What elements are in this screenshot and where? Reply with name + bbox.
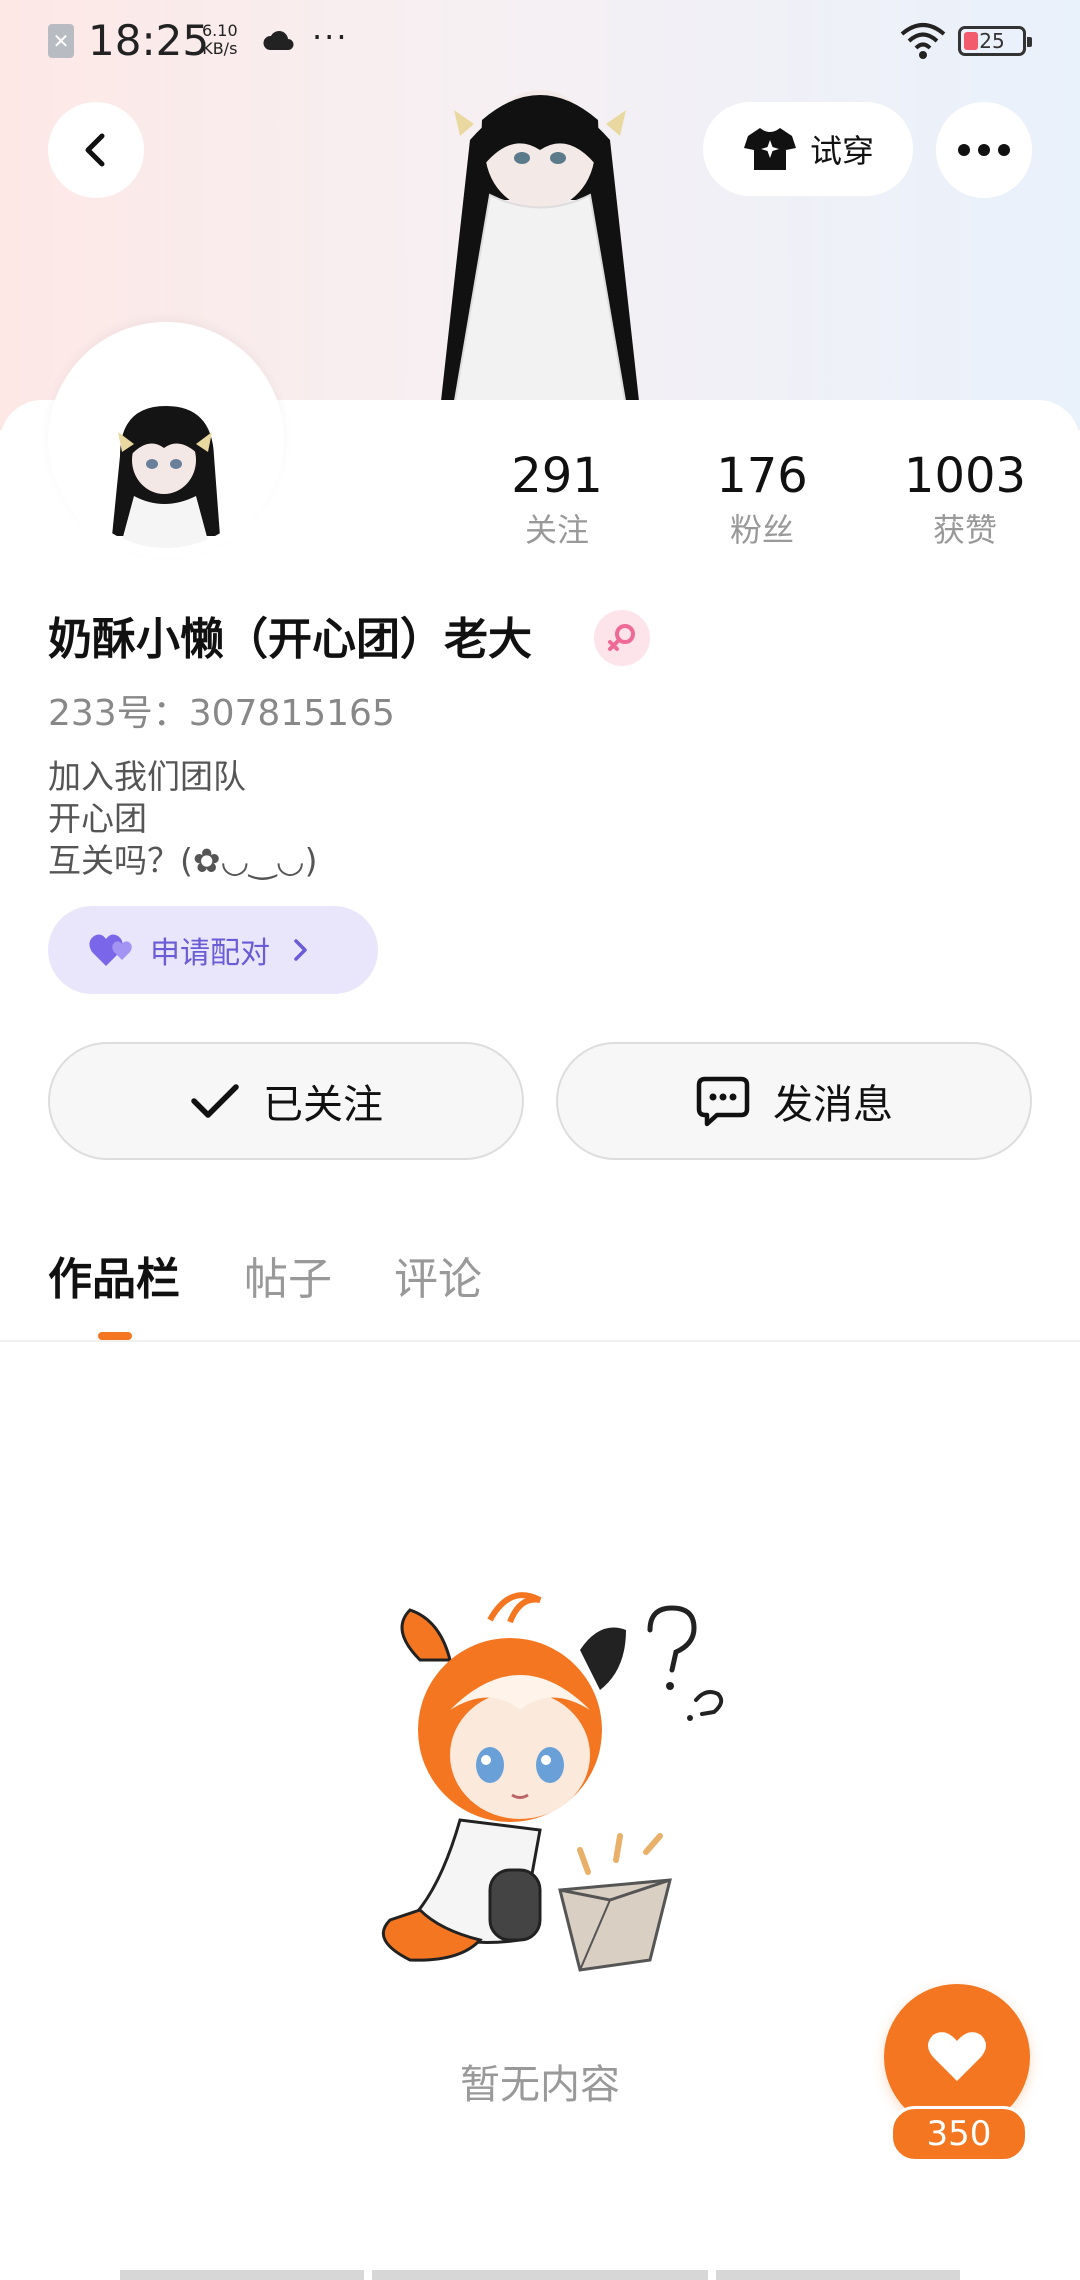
battery-icon: 25 [958,26,1032,56]
checkmark-icon [191,1084,239,1118]
back-button[interactable] [48,102,144,198]
followed-label: 已关注 [263,1082,383,1128]
profile-bio: 加入我们团队 开心团 互关吗？(✿◡‿◡) [48,756,318,882]
tshirt-sparkle-icon [743,128,796,170]
notification-more-icon: ··· [312,18,349,56]
chevron-right-icon [294,939,307,961]
heart-pair-icon [89,934,132,966]
bio-line: 开心团 [48,799,147,838]
try-on-button[interactable]: 试穿 [703,102,913,196]
tab-active-indicator [98,1332,132,1340]
stat-likes-label: 获赞 [932,511,997,549]
empty-state-illustration [381,1592,724,1972]
female-icon [608,624,635,651]
network-speed-value: 6.10 [202,21,238,40]
tabs-divider [0,1340,1080,1342]
send-message-label: 发消息 [773,1082,893,1128]
bottom-bar [372,2270,708,2280]
more-options-button[interactable] [936,102,1032,198]
stat-followers[interactable]: 176 粉丝 [677,448,847,552]
stat-likes-value: 1003 [903,448,1027,504]
gender-female-badge [594,610,650,666]
character-3d-figure [440,90,640,430]
no-sim-icon: ✕ [48,24,74,58]
profile-id: 233号：307815165 [48,693,395,734]
chevron-left-icon [85,133,105,167]
status-bar: ✕ 18:25 6.10 KB/s ··· 25 [0,0,1080,84]
weather-cloud-icon [263,31,294,50]
like-count: 350 [890,2106,1028,2162]
tab-works[interactable]: 作品栏 [48,1250,180,1310]
followed-button[interactable]: 已关注 [48,1042,524,1160]
bottom-bar [120,2270,364,2280]
stat-following[interactable]: 291 关注 [472,448,642,552]
stat-following-value: 291 [511,448,603,504]
stat-followers-label: 粉丝 [729,511,794,549]
bottom-nav-bars [0,2270,1080,2280]
apply-match-label: 申请配对 [150,936,270,971]
network-speed: 6.10 KB/s [202,22,238,58]
bio-line: 加入我们团队 [48,757,246,796]
bottom-bar [716,2270,960,2280]
status-time: 18:25 [88,16,210,65]
stat-following-label: 关注 [524,511,589,549]
network-speed-unit: KB/s [202,39,238,58]
wifi-icon [900,23,946,59]
stat-followers-value: 176 [716,448,808,504]
profile-tabs: 作品栏 帖子 评论 [0,1240,1080,1340]
stat-likes[interactable]: 1003 获赞 [880,448,1050,552]
send-message-button[interactable]: 发消息 [556,1042,1032,1160]
tab-comments[interactable]: 评论 [394,1250,482,1310]
profile-name: 奶酥小懒（开心团）老大 [48,614,532,665]
tab-posts[interactable]: 帖子 [244,1250,332,1310]
try-on-label: 试穿 [809,132,874,170]
more-horizontal-icon [958,144,1010,156]
avatar-character-image [112,406,220,548]
heart-icon [928,2032,986,2081]
avatar[interactable] [60,336,272,548]
apply-match-button[interactable]: 申请配对 [48,906,378,994]
battery-percent: 25 [979,29,1005,53]
bio-line: 互关吗？(✿◡‿◡) [48,841,318,880]
chat-bubble-icon [696,1076,750,1127]
